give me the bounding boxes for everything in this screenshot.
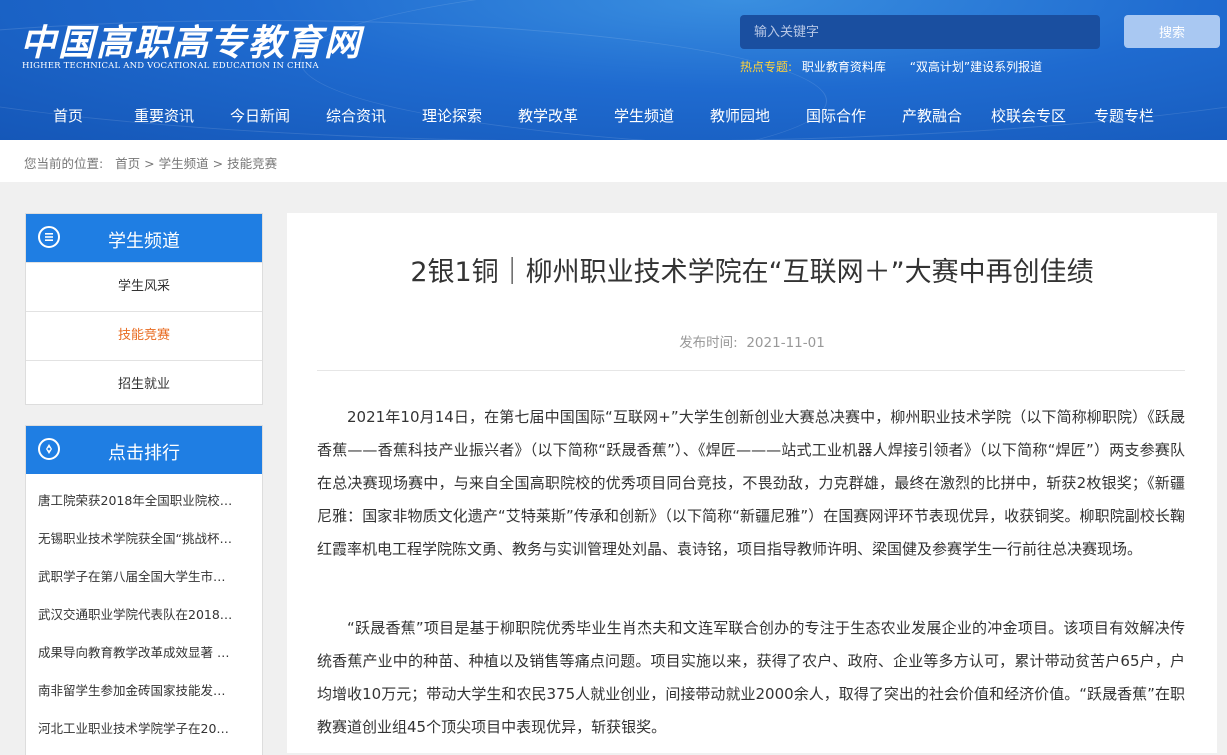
main-nav: 首页 重要资讯 今日新闻 综合资讯 理论探索 教学改革 学生频道 教师园地 国际… bbox=[0, 100, 1227, 132]
rank-list-item[interactable]: 武职学子在第八届全国大学生市… bbox=[26, 558, 262, 596]
click-ranking: 点击排行 唐工院荣获2018年全国职业院校… 无锡职业技术学院获全国“挑战杯… … bbox=[25, 425, 263, 755]
breadcrumb-separator: > bbox=[212, 156, 224, 171]
rank-list-item[interactable]: 唐工院荣获2018年全国职业院校… bbox=[26, 482, 262, 520]
nav-item-student-channel[interactable]: 学生频道 bbox=[614, 100, 674, 132]
nav-item-important-news[interactable]: 重要资讯 bbox=[134, 100, 194, 132]
article-paragraph: 2021年10月14日，在第七届中国国际“互联网+”大学生创新创业大赛总决赛中，… bbox=[317, 408, 1185, 558]
publish-date-value: 2021-11-01 bbox=[746, 335, 825, 351]
nav-item-teacher-garden[interactable]: 教师园地 bbox=[710, 100, 770, 132]
article-paragraph: “跃晟香蕉”项目是基于柳职院优秀毕业生肖杰夫和文连军联合创办的专注于生态农业发展… bbox=[317, 619, 1185, 736]
nav-item-today-news[interactable]: 今日新闻 bbox=[230, 100, 290, 132]
nav-item-alliance-zone[interactable]: 校联会专区 bbox=[991, 100, 1066, 132]
channel-menu: 学生频道 学生风采 技能竞赛 招生就业 bbox=[25, 213, 263, 405]
breadcrumb-separator: > bbox=[144, 156, 155, 171]
nav-item-home[interactable]: 首页 bbox=[53, 100, 83, 132]
rank-list-item[interactable]: 无锡职业技术学院获全国“挑战杯… bbox=[26, 520, 262, 558]
site-logo-english: HIGHER TECHNICAL AND VOCATIONAL EDUCATIO… bbox=[22, 61, 319, 71]
nav-item-international[interactable]: 国际合作 bbox=[806, 100, 866, 132]
rank-list-item[interactable]: 南非留学生参加金砖国家技能发… bbox=[26, 672, 262, 710]
breadcrumb-prefix: 您当前的位置: bbox=[24, 156, 104, 171]
publish-date-label: 发布时间: bbox=[679, 335, 738, 351]
search-input[interactable] bbox=[740, 15, 1100, 49]
breadcrumb-bar: 您当前的位置: 首页 > 学生频道 > 技能竞赛 bbox=[0, 140, 1227, 182]
article-panel: 2银1铜｜柳州职业技术学院在“互联网＋”大赛中再创佳绩 发布时间: 2021-1… bbox=[287, 213, 1217, 753]
nav-item-industry-education[interactable]: 产教融合 bbox=[902, 100, 962, 132]
click-ranking-header: 点击排行 bbox=[26, 426, 262, 474]
breadcrumb: 您当前的位置: 首页 > 学生频道 > 技能竞赛 bbox=[24, 153, 277, 172]
channel-menu-title: 学生频道 bbox=[108, 231, 180, 252]
nav-item-general-news[interactable]: 综合资讯 bbox=[326, 100, 386, 132]
hot-topics-label: 热点专题: bbox=[740, 60, 793, 74]
article-publish-date: 发布时间: 2021-11-01 bbox=[287, 331, 1217, 351]
channel-menu-header: 学生频道 bbox=[26, 214, 262, 262]
breadcrumb-skill-competition[interactable]: 技能竞赛 bbox=[227, 156, 277, 171]
click-ranking-title: 点击排行 bbox=[108, 443, 180, 464]
rank-list-item[interactable]: 武汉交通职业学院代表队在2018… bbox=[26, 596, 262, 634]
nav-item-special-topics[interactable]: 专题专栏 bbox=[1094, 100, 1154, 132]
channel-item-skill-competition[interactable]: 技能竞赛 bbox=[26, 311, 262, 360]
site-header: 中国高职高专教育网 HIGHER TECHNICAL AND VOCATIONA… bbox=[0, 0, 1227, 140]
nav-item-teaching-reform[interactable]: 教学改革 bbox=[518, 100, 578, 132]
hot-topic-link[interactable]: “双高计划”建设系列报道 bbox=[910, 60, 1042, 74]
rank-list-item[interactable]: 河北工业职业技术学院学子在20… bbox=[26, 710, 262, 748]
channel-item-enrollment-employment[interactable]: 招生就业 bbox=[26, 360, 262, 409]
site-logo[interactable]: 中国高职高专教育网 bbox=[20, 14, 362, 66]
breadcrumb-student-channel[interactable]: 学生频道 bbox=[159, 156, 209, 171]
nav-item-theory[interactable]: 理论探索 bbox=[422, 100, 482, 132]
article-title: 2银1铜｜柳州职业技术学院在“互联网＋”大赛中再创佳绩 bbox=[410, 257, 1094, 288]
compass-icon bbox=[38, 438, 60, 460]
hot-topic-link[interactable]: 职业教育资料库 bbox=[802, 60, 886, 74]
channel-item-student-style[interactable]: 学生风采 bbox=[26, 262, 262, 311]
search-button[interactable]: 搜索 bbox=[1124, 15, 1220, 48]
rank-list-item[interactable]: 成果导向教育教学改革成效显著 … bbox=[26, 634, 262, 672]
title-divider bbox=[317, 370, 1185, 371]
breadcrumb-home[interactable]: 首页 bbox=[115, 156, 140, 171]
hot-topics: 热点专题: 职业教育资料库 “双高计划”建设系列报道 bbox=[740, 58, 1062, 75]
list-menu-icon bbox=[38, 226, 60, 248]
